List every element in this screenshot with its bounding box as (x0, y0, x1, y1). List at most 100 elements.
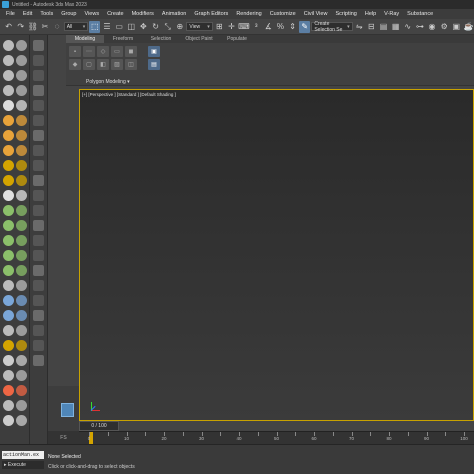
ribbon-side-icon[interactable]: ▤ (148, 59, 160, 70)
spinner-snap-icon[interactable]: ⇕ (287, 21, 298, 33)
polygon-modeling-label[interactable]: Polygon Modeling ▾ (86, 79, 130, 85)
schematic-view-icon[interactable]: ⊶ (414, 21, 425, 33)
tab-populate[interactable]: Populate (218, 35, 256, 43)
redo-icon[interactable]: ↷ (15, 21, 26, 33)
scene-tool-icon[interactable] (16, 190, 27, 201)
scene-tool-icon[interactable] (3, 115, 14, 126)
placement-icon[interactable]: ⊕ (174, 21, 185, 33)
viewport-label[interactable]: [+] [Perspective ] [Standard ] [Default … (82, 92, 176, 97)
ribbon-tool-icon[interactable]: ▪ (69, 46, 81, 57)
menu-item-scripting[interactable]: Scripting (331, 11, 360, 17)
ribbon-tool-icon[interactable]: ◇ (97, 46, 109, 57)
maxscript-listener-input[interactable]: actionMan.ex (2, 451, 44, 459)
menu-item-substance[interactable]: Substance (403, 11, 437, 17)
command-panel-icon[interactable] (33, 310, 44, 321)
scene-tool-icon[interactable] (3, 130, 14, 141)
scene-tool-icon[interactable] (16, 385, 27, 396)
execute-button[interactable]: ▸ Execute (2, 461, 44, 469)
scene-tool-icon[interactable] (3, 190, 14, 201)
scene-tool-icon[interactable] (3, 55, 14, 66)
scene-tool-icon[interactable] (16, 70, 27, 81)
reference-coord-dropdown[interactable]: View (186, 22, 213, 31)
command-panel-icon[interactable] (33, 190, 44, 201)
command-panel-icon[interactable] (33, 280, 44, 291)
scene-tool-icon[interactable] (3, 325, 14, 336)
scene-tool-icon[interactable] (3, 160, 14, 171)
menu-item-animation[interactable]: Animation (158, 11, 190, 17)
scene-tool-icon[interactable] (3, 370, 14, 381)
link-icon[interactable]: ⛓ (27, 21, 38, 33)
ribbon-tool-icon[interactable]: ◫ (125, 59, 137, 70)
command-panel-icon[interactable] (33, 160, 44, 171)
menu-item-graph-editors[interactable]: Graph Editors (190, 11, 232, 17)
named-selection-dropdown[interactable]: Create Selection Se (311, 21, 353, 33)
menu-item-help[interactable]: Help (361, 11, 380, 17)
scene-tool-icon[interactable] (3, 250, 14, 261)
scene-tool-icon[interactable] (16, 40, 27, 51)
command-panel-icon[interactable] (33, 70, 44, 81)
scene-tool-icon[interactable] (3, 385, 14, 396)
scene-tool-icon[interactable] (16, 295, 27, 306)
command-panel-icon[interactable] (33, 115, 44, 126)
snap-toggle-icon[interactable]: ³ (251, 21, 262, 33)
scene-tool-icon[interactable] (3, 205, 14, 216)
menu-item-file[interactable]: File (0, 11, 19, 17)
rotate-icon[interactable]: ↻ (150, 21, 161, 33)
command-panel-icon[interactable] (33, 40, 44, 51)
frame-counter[interactable]: 0 / 100 (79, 421, 119, 431)
select-by-name-icon[interactable]: ☰ (101, 21, 112, 33)
command-panel-icon[interactable] (33, 355, 44, 366)
scene-tool-icon[interactable] (16, 325, 27, 336)
scene-tool-icon[interactable] (16, 310, 27, 321)
menu-item-rendering[interactable]: Rendering (232, 11, 265, 17)
scene-tool-icon[interactable] (16, 55, 27, 66)
scene-tool-icon[interactable] (16, 235, 27, 246)
rect-selection-icon[interactable]: ▭ (114, 21, 125, 33)
undo-icon[interactable]: ↶ (3, 21, 14, 33)
scene-tool-icon[interactable] (3, 400, 14, 411)
material-editor-icon[interactable]: ◉ (426, 21, 437, 33)
scene-tool-icon[interactable] (16, 280, 27, 291)
menu-item-group[interactable]: Group (57, 11, 80, 17)
command-panel-icon[interactable] (33, 130, 44, 141)
scene-tool-icon[interactable] (16, 220, 27, 231)
command-panel-icon[interactable] (33, 85, 44, 96)
scene-tool-icon[interactable] (3, 70, 14, 81)
ribbon-tool-icon[interactable]: ◧ (97, 59, 109, 70)
scene-tool-icon[interactable] (16, 340, 27, 351)
select-manipulate-icon[interactable]: ✛ (226, 21, 237, 33)
keyboard-shortcut-icon[interactable]: ⌨ (238, 21, 250, 33)
mirror-icon[interactable]: ⇋ (354, 21, 365, 33)
ribbon-tool-icon[interactable]: ◼ (125, 46, 137, 57)
ribbon-tool-icon[interactable]: ▭ (111, 46, 123, 57)
scene-tool-icon[interactable] (16, 115, 27, 126)
command-panel-icon[interactable] (33, 295, 44, 306)
ribbon-tool-icon[interactable]: ▨ (111, 59, 123, 70)
command-panel-icon[interactable] (33, 325, 44, 336)
curve-editor-icon[interactable]: ∿ (402, 21, 413, 33)
command-panel-icon[interactable] (33, 205, 44, 216)
scene-explorer-icon[interactable]: ▦ (390, 21, 401, 33)
scene-tool-icon[interactable] (3, 340, 14, 351)
menu-item-edit[interactable]: Edit (19, 11, 36, 17)
scene-tool-icon[interactable] (16, 100, 27, 111)
scene-tool-icon[interactable] (3, 220, 14, 231)
scene-tool-icon[interactable] (3, 235, 14, 246)
menu-item-customize[interactable]: Customize (266, 11, 300, 17)
scene-tool-icon[interactable] (3, 175, 14, 186)
align-icon[interactable]: ⊟ (366, 21, 377, 33)
scene-tool-icon[interactable] (16, 145, 27, 156)
tab-modeling[interactable]: Modeling (66, 35, 104, 43)
scene-tool-icon[interactable] (3, 265, 14, 276)
scene-tool-icon[interactable] (16, 400, 27, 411)
tab-object-paint[interactable]: Object Paint (180, 35, 218, 43)
edit-named-selection-icon[interactable]: ✎ (299, 20, 311, 33)
scene-tool-icon[interactable] (3, 145, 14, 156)
move-icon[interactable]: ✥ (138, 21, 149, 33)
scene-tool-icon[interactable] (16, 175, 27, 186)
scene-tool-icon[interactable] (16, 130, 27, 141)
command-panel-icon[interactable] (33, 220, 44, 231)
scene-tool-icon[interactable] (3, 310, 14, 321)
bind-spacewarp-icon[interactable]: ◌ (52, 21, 63, 33)
command-panel-icon[interactable] (33, 175, 44, 186)
